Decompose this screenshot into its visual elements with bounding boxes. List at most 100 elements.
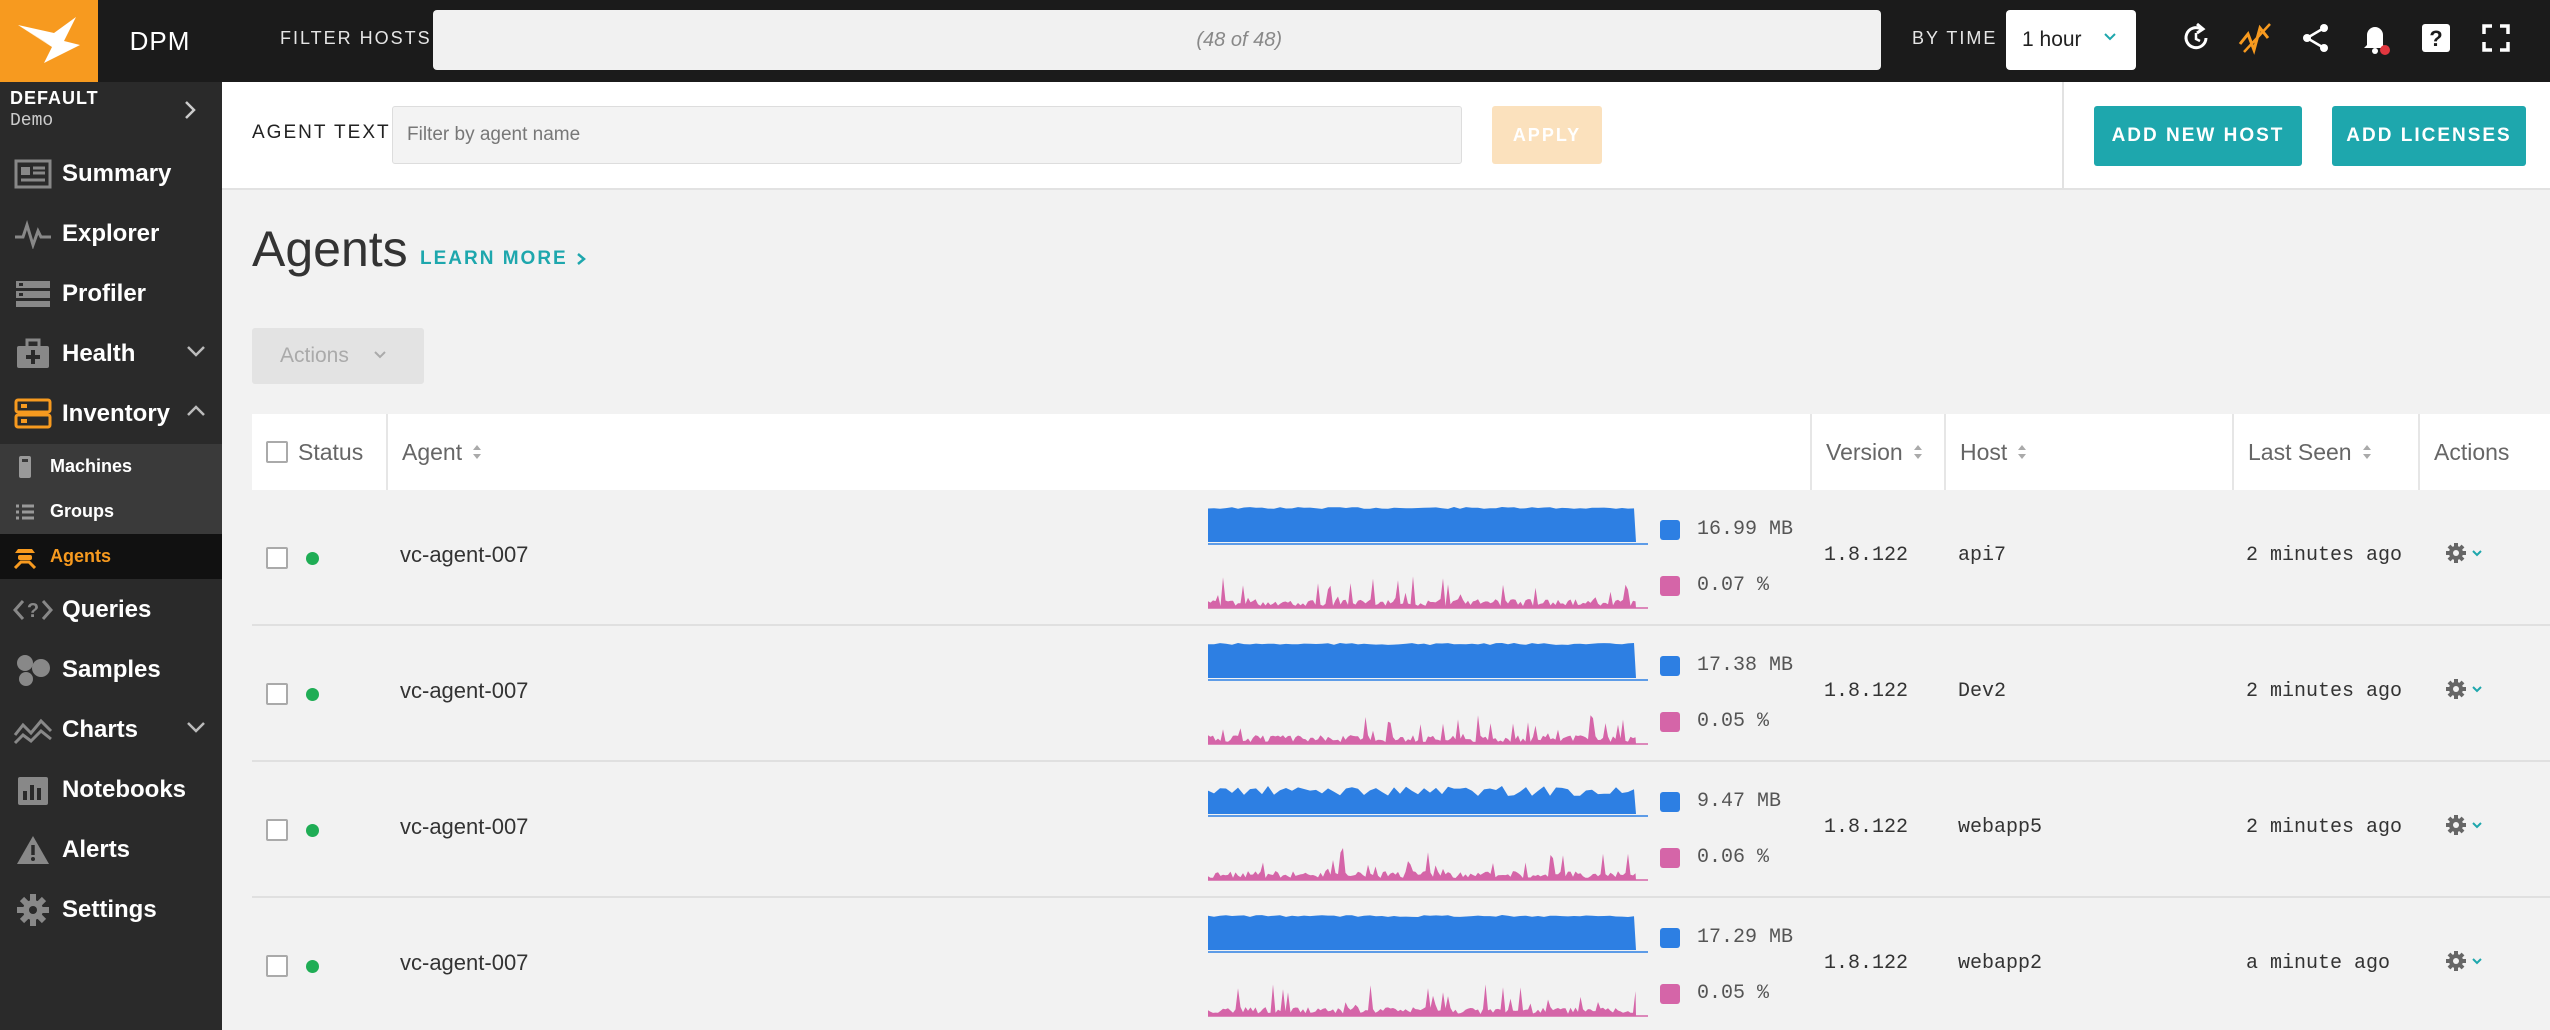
add-new-host-button[interactable]: ADD NEW HOST [2094,106,2302,166]
sidebar-item-alerts[interactable]: Alerts [0,820,222,880]
sidebar-item-charts[interactable]: Charts [0,700,222,760]
row-actions-menu[interactable] [2445,678,2483,700]
column-version[interactable]: Version [1810,414,1944,490]
row-actions-menu[interactable] [2445,950,2483,972]
memory-legend-swatch [1660,928,1680,948]
cpu-legend-swatch [1660,984,1680,1004]
row-checkbox[interactable] [266,955,288,977]
resource-sparkline [1208,643,1648,745]
anomaly-button[interactable] [2236,18,2276,58]
sidebar-subitem-label: Groups [50,501,115,521]
column-header-label: Agent [402,438,463,465]
fullscreen-button[interactable] [2476,18,2516,58]
sidebar-item-notebooks[interactable]: Notebooks [0,760,222,820]
cpu-value: 0.05 % [1697,982,1770,1005]
health-icon [17,338,49,368]
refresh-button[interactable] [2176,18,2216,58]
gear-icon [2446,543,2466,563]
sidebar-item-label: Health [62,340,136,367]
svg-text:?: ? [2429,26,2442,51]
help-button[interactable]: ? [2416,18,2456,58]
cpu-area [1208,576,1636,608]
cpu-area [1208,715,1636,744]
bird-logo-icon [18,17,80,63]
host-value: Dev2 [1958,680,2007,703]
sidebar-item-inventory[interactable]: Inventory [0,384,222,444]
explorer-icon [15,220,51,249]
notifications-button[interactable] [2356,18,2396,58]
row-actions-menu[interactable] [2445,542,2483,564]
agent-name[interactable]: vc-agent-007 [400,814,528,840]
row-checkbox[interactable] [266,683,288,705]
sort-icon [1913,445,1922,459]
environment-selector[interactable]: DEFAULT Demo [0,82,222,140]
memory-legend-swatch [1660,656,1680,676]
column-host[interactable]: Host [1944,414,2232,490]
charts-icon [13,718,53,745]
learn-more-link[interactable]: LEARN MORE [420,248,586,270]
learn-more-label: LEARN MORE [420,248,568,269]
host-value: api7 [1958,544,2007,567]
filter-hosts-input[interactable] [433,10,1881,70]
cpu-area [1208,848,1636,880]
row-checkbox[interactable] [266,547,288,569]
memory-value: 16.99 MB [1697,518,1794,541]
sidebar-item-explorer[interactable]: Explorer [0,204,222,264]
table-row[interactable]: vc-agent-007 17.38 MB 0.05 % 1.8.122 Dev… [252,626,2550,762]
sidebar-item-label: Settings [62,896,157,923]
host-value: webapp5 [1958,816,2043,839]
resource-sparkline [1208,915,1648,1017]
status-indicator [306,824,319,837]
chevron-up-icon [187,405,205,416]
memory-value: 17.29 MB [1697,926,1794,949]
svg-text:?: ? [27,600,39,622]
row-actions-menu[interactable] [2445,814,2483,836]
sidebar-item-queries[interactable]: ? Queries [0,580,222,640]
chevron-right-icon [185,101,196,119]
settings-icon [17,894,49,926]
machine-icon [19,455,31,478]
sidebar-item-summary[interactable]: Summary [0,144,222,204]
column-last-seen[interactable]: Last Seen [2232,414,2418,490]
filter-hosts-label: FILTER HOSTS [280,27,432,48]
sidebar-subitem-agents[interactable]: Agents [0,534,222,579]
sidebar-item-profiler[interactable]: Profiler [0,264,222,324]
sort-icon [2018,445,2027,459]
agent-name[interactable]: vc-agent-007 [400,678,528,704]
apply-button[interactable]: APPLY [1492,106,1602,164]
logo[interactable] [0,0,98,82]
row-checkbox[interactable] [266,819,288,841]
sidebar-item-samples[interactable]: Samples [0,640,222,700]
sidebar-subitem-groups[interactable]: Groups [0,489,222,534]
column-actions: Actions [2418,414,2550,490]
table-row[interactable]: vc-agent-007 16.99 MB 0.07 % 1.8.122 api… [252,490,2550,626]
groups-icon [16,504,34,519]
actions-dropdown[interactable]: Actions [252,328,424,384]
agent-name-filter-input[interactable] [392,106,1462,164]
add-licenses-button[interactable]: ADD LICENSES [2332,106,2526,166]
sidebar-subitem-machines[interactable]: Machines [0,444,222,489]
agent-name[interactable]: vc-agent-007 [400,542,528,568]
chevron-down-icon [374,351,386,359]
column-status[interactable]: Status [252,414,386,490]
agent-name[interactable]: vc-agent-007 [400,950,528,976]
by-time-label: BY TIME [1912,27,1998,48]
sidebar-item-health[interactable]: Health [0,324,222,384]
cpu-legend-swatch [1660,576,1680,596]
sidebar-item-label: Alerts [62,836,131,863]
time-range-select[interactable]: 1 hour [2006,10,2136,70]
sidebar-item-settings[interactable]: Settings [0,880,222,940]
share-button[interactable] [2296,18,2336,58]
chevron-down-icon [2104,33,2116,41]
table-row[interactable]: vc-agent-007 17.29 MB 0.05 % 1.8.122 web… [252,898,2550,1030]
select-all-checkbox[interactable] [266,441,288,463]
table-row[interactable]: vc-agent-007 9.47 MB 0.06 % 1.8.122 weba… [252,762,2550,898]
column-header-label: Status [298,438,364,465]
sidebar-item-label: Explorer [62,220,160,247]
inventory-icon [14,398,52,429]
table-header: Status Agent Version Host Last Seen Acti… [252,414,2550,490]
sidebar-item-label: Notebooks [62,776,187,803]
cpu-value: 0.07 % [1697,574,1770,597]
actions-label: Actions [280,344,349,367]
agent-text-label: AGENT TEXT [252,122,391,143]
